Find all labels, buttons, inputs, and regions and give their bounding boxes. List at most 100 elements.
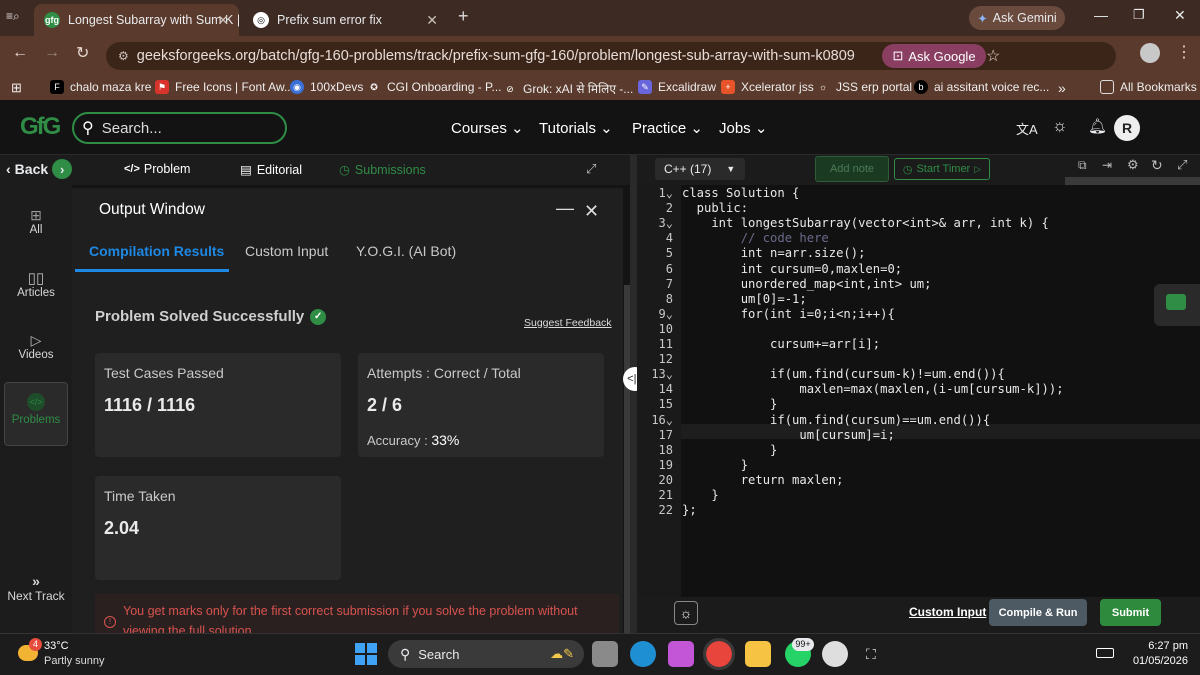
code-line: int n=arr.size(); [682,246,866,261]
language-select[interactable]: C++ (17) ▼ [655,158,745,180]
window-close-icon[interactable]: ✕ [1174,7,1186,24]
apps-grid-icon[interactable]: ⊞ [11,80,22,96]
windows-start-icon[interactable] [355,643,377,665]
address-bar[interactable]: ⚙ geeksforgeeks.org/batch/gfg-160-proble… [106,42,1116,70]
menu-kebab-icon[interactable]: ⋮ [1176,42,1192,62]
search-input[interactable]: Search... [102,120,162,137]
rail-item-articles[interactable]: ▯▯ Articles [4,269,68,299]
tab-compilation-results[interactable]: Compilation Results [89,243,224,259]
bookmark-item[interactable]: ◉ 100xDevs [290,80,363,94]
taskbar-search[interactable]: ⚲ Search ☁✎ [388,640,584,668]
forward-arrow-icon[interactable]: → [44,44,60,62]
rail-item-all[interactable]: ⊞ All [4,207,68,236]
copilot-icon[interactable] [668,641,694,667]
tab-title: Prefix sum error fix [277,13,382,27]
more-bookmarks-button[interactable]: » [1058,80,1066,96]
ask-gemini-button[interactable]: ✦ Ask Gemini [969,6,1065,30]
copy-icon[interactable]: ⧉ [1078,158,1087,173]
add-note-button[interactable]: Add note [815,156,889,182]
expand-icon[interactable]: ⤢ [586,161,596,177]
code-line: cursum+=arr[i]; [682,337,881,351]
search-box[interactable]: ⚲ Search... [72,112,287,144]
tab-custom-input[interactable]: Custom Input [245,243,328,259]
check-circle-icon: ✓ [310,308,327,325]
tab-yogi-bot[interactable]: Y.O.G.I. (AI Bot) [356,243,456,259]
rail-label: Problems [11,414,61,426]
bookmark-item[interactable]: ✪ CGI Onboarding - P... [367,80,502,94]
clock-app-icon[interactable] [822,641,848,667]
chevron-right-icon[interactable]: › [52,159,73,179]
translate-icon[interactable]: 文A [1016,119,1038,138]
snip-tool-icon[interactable]: ⛶ [866,646,876,663]
nav-courses[interactable]: Courses ⌄ [451,119,524,137]
horizontal-scrollbar[interactable] [1065,177,1200,185]
file-explorer-icon[interactable] [745,641,771,667]
close-tab-icon[interactable]: ✕ [426,12,438,29]
chat-widget[interactable] [1154,284,1200,326]
suggest-feedback-link[interactable]: Suggest Feedback [524,317,612,329]
fullscreen-icon[interactable]: ⤢ [1177,157,1187,173]
back-button[interactable]: ‹ Back › [6,159,73,179]
minimize-icon[interactable]: — [556,198,574,219]
clock-date: 01/05/2026 [1132,655,1188,667]
bookmark-item[interactable]: b ai assitant voice rec... [914,80,1049,94]
reload-icon[interactable]: ↻ [76,43,89,63]
custom-input-link[interactable]: Custom Input [909,605,986,619]
bookmark-item[interactable]: ✎ Excalidraw [638,80,716,94]
gfg-logo[interactable]: GfG [20,113,61,141]
restore-icon[interactable]: ❐ [1133,7,1145,23]
nav-jobs[interactable]: Jobs ⌄ [719,119,767,137]
bookmark-item[interactable]: ⚑ Free Icons | Font Aw... [155,80,294,94]
new-tab-button[interactable]: + [458,6,469,27]
lens-icon: ⊡ [892,48,904,63]
chatgpt-favicon-icon: ◎ [253,12,269,28]
line-number: 2 [665,201,673,216]
battery-icon[interactable] [1096,648,1114,658]
chrome-icon[interactable] [703,638,735,670]
back-arrow-icon[interactable]: ← [12,44,28,62]
panel-splitter[interactable] [630,155,637,633]
bookmark-item[interactable]: Fchalo maza kre [50,80,151,94]
bookmark-item[interactable]: ⊘ Grok: xAI से मिलिए -... [503,80,633,97]
notification-bell-icon[interactable]: 🔔︎ [1088,117,1107,135]
theme-sun-icon[interactable]: ☼ [1052,116,1068,136]
site-info-icon[interactable]: ⚙ [118,49,129,63]
code-line: um[0]=-1; [682,291,807,306]
profile-avatar[interactable] [1140,43,1160,63]
settings-gear-icon[interactable]: ⚙ [1127,157,1139,173]
whatsapp-badge: 99+ [792,638,814,651]
tab-search-icon[interactable]: ≡⌕ [6,9,20,24]
tab-inactive[interactable]: ◎ Prefix sum error fix ✕ [243,4,448,36]
active-tab-underline [75,269,229,272]
tab-submissions[interactable]: ◷ Submissions [339,162,426,178]
edge-icon[interactable] [630,641,656,667]
search-highlight-icon: ☁✎ [550,646,574,661]
tab-problem[interactable]: </> Problem [124,162,190,176]
next-track-button[interactable]: » Next Track [4,573,68,603]
task-view-icon[interactable] [592,641,618,667]
compile-run-button[interactable]: Compile & Run [989,599,1087,626]
tab-editorial[interactable]: ▤ Editorial [240,162,302,178]
file-export-icon[interactable]: ⇥ [1102,158,1112,172]
nav-practice[interactable]: Practice ⌄ [632,119,703,137]
start-timer-button[interactable]: ◷ Start Timer ▷ [894,158,990,180]
bookmark-item[interactable]: ☼ JSS erp portal [816,80,912,94]
close-icon[interactable]: ✕ [584,201,599,222]
rail-item-problems[interactable]: </> Problems [4,382,68,446]
rail-item-videos[interactable]: ▷ Videos [4,332,68,361]
ask-google-button[interactable]: ⊡ Ask Google [882,44,986,68]
minimize-icon[interactable]: — [1094,7,1108,23]
tab-active[interactable]: gfg Longest Subarray with Sum K | ✕ [34,4,239,36]
submit-button[interactable]: Submit [1100,599,1161,626]
all-bookmarks[interactable]: All Bookmarks [1100,80,1197,94]
user-avatar[interactable]: R [1114,115,1140,141]
document-icon: ▤ [240,163,252,177]
close-tab-icon[interactable]: ✕ [217,12,229,29]
nav-tutorials[interactable]: Tutorials ⌄ [539,119,613,137]
warning-banner: ! You get marks only for the first corre… [95,594,619,634]
line-number: 7 [665,276,673,291]
reset-icon[interactable]: ↻ [1151,157,1163,174]
bookmark-item[interactable]: + Xcelerator jss [721,80,814,94]
theme-toggle-icon[interactable]: ☼ [674,601,698,625]
bookmark-star-icon[interactable]: ☆ [986,46,1000,66]
